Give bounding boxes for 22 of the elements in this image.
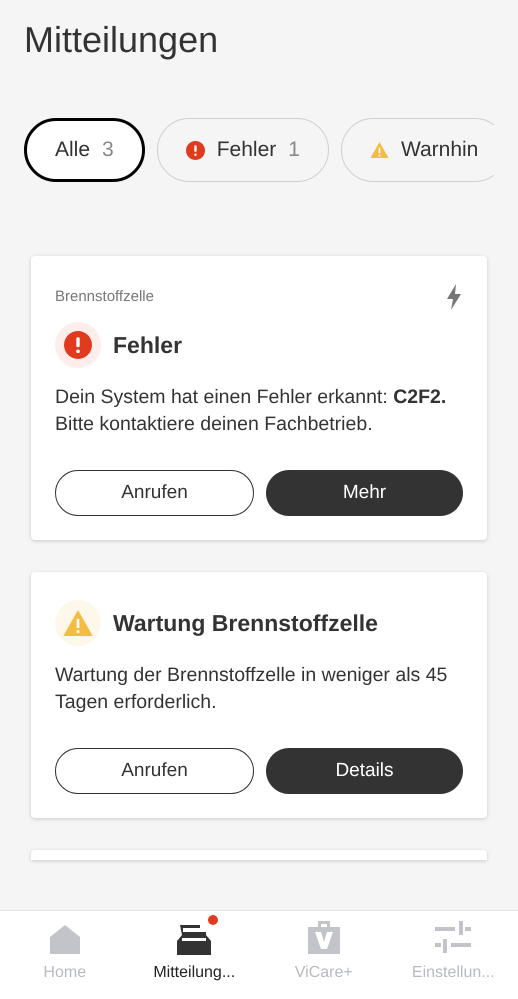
error-icon <box>186 140 205 160</box>
briefcase-icon <box>306 919 342 955</box>
sliders-icon <box>433 921 474 955</box>
nav-tab[interactable]: Mitteilung... <box>130 911 259 999</box>
filter-chip[interactable]: Fehler 1 <box>156 118 329 182</box>
warning-icon <box>370 142 389 158</box>
lightning-icon <box>445 284 463 310</box>
more-button[interactable]: Details <box>266 748 463 794</box>
message-text: Dein System hat einen Fehler erkannt: C2F2. Bitte kontaktiere deinen Fachbetrieb. <box>55 385 448 437</box>
filter-chip[interactable]: Alle 3 <box>24 118 145 182</box>
house-icon <box>48 923 81 955</box>
message-title: Fehler <box>113 330 182 360</box>
category-label: Brennstoffzelle <box>55 286 154 307</box>
error-icon <box>64 331 92 359</box>
page-title: Mitteilungen <box>23 18 220 62</box>
more-button[interactable]: Mehr <box>266 470 463 516</box>
call-button[interactable]: Anrufen <box>55 470 254 516</box>
filter-chip[interactable]: Warnhin <box>340 118 494 182</box>
call-button[interactable]: Anrufen <box>55 748 254 794</box>
message-text: Wartung der Brennstoffzelle in weniger als 45 Tagen erforderlich. <box>55 663 448 715</box>
message-title: Wartung Brennstoffzelle <box>113 608 378 638</box>
warning-icon <box>63 610 93 636</box>
